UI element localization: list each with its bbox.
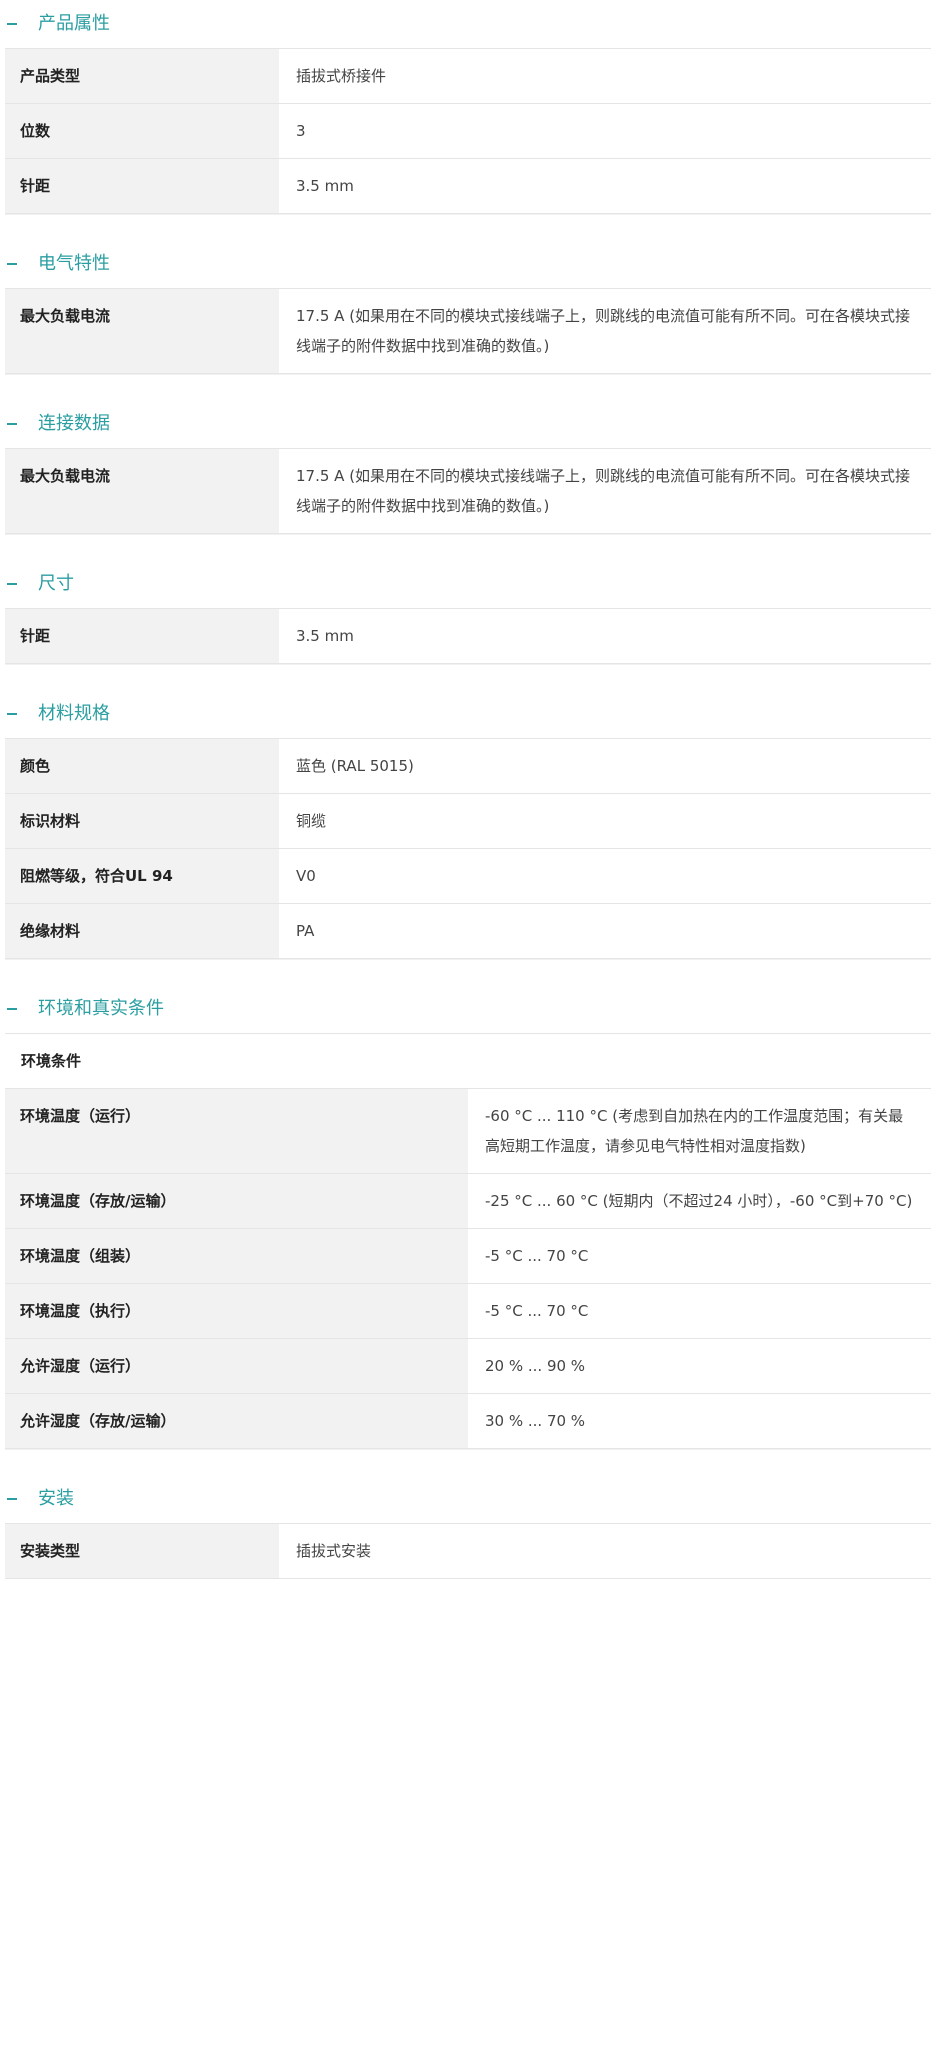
table-row: 最大负载电流 17.5 A (如果用在不同的模块式接线端子上，则跳线的电流值可能…: [5, 448, 931, 534]
table-row: 绝缘材料 PA: [5, 903, 931, 959]
attribute-value: PA: [279, 903, 931, 959]
attribute-value: -25 °C ... 60 °C (短期内（不超过24 小时），-60 °C到+…: [468, 1173, 931, 1229]
attribute-table: 颜色 蓝色 (RAL 5015) 标识材料 铜缆 阻燃等级，符合UL 94 V0…: [5, 738, 931, 959]
table-row: 针距 3.5 mm: [5, 158, 931, 214]
collapse-minus-icon[interactable]: [7, 263, 17, 265]
attribute-label: 安装类型: [5, 1523, 279, 1579]
table-row: 最大负载电流 17.5 A (如果用在不同的模块式接线端子上，则跳线的电流值可能…: [5, 288, 931, 374]
section-title: 安装: [38, 1488, 74, 1509]
attribute-label: 颜色: [5, 738, 279, 794]
table-subheading: 环境条件: [5, 1033, 931, 1089]
section-product-properties: 产品属性 产品类型 插拔式桥接件 位数 3 针距 3.5 mm: [5, 0, 931, 240]
attribute-label: 允许湿度（运行）: [5, 1338, 468, 1394]
collapse-minus-icon[interactable]: [7, 583, 17, 585]
section-divider: [5, 664, 931, 690]
section-divider: [5, 534, 931, 560]
attribute-value: 铜缆: [279, 793, 931, 849]
section-installation: 安装 安装类型 插拔式安装: [5, 1475, 931, 1579]
attribute-table: 安装类型 插拔式安装: [5, 1523, 931, 1579]
attribute-label: 环境温度（组装）: [5, 1228, 468, 1284]
section-title: 尺寸: [38, 573, 74, 594]
attribute-label: 允许湿度（存放/运输）: [5, 1393, 468, 1449]
section-divider: [5, 214, 931, 240]
table-row: 针距 3.5 mm: [5, 608, 931, 664]
section-title: 连接数据: [38, 413, 110, 434]
attribute-label: 阻燃等级，符合UL 94: [5, 848, 279, 904]
attribute-label: 位数: [5, 103, 279, 159]
table-row: 颜色 蓝色 (RAL 5015): [5, 738, 931, 794]
attribute-value: 3.5 mm: [279, 158, 931, 214]
attribute-table: 最大负载电流 17.5 A (如果用在不同的模块式接线端子上，则跳线的电流值可能…: [5, 288, 931, 374]
attribute-table: 针距 3.5 mm: [5, 608, 931, 664]
collapse-minus-icon[interactable]: [7, 1008, 17, 1010]
section-material-specs: 材料规格 颜色 蓝色 (RAL 5015) 标识材料 铜缆 阻燃等级，符合UL …: [5, 690, 931, 985]
table-subheading-row: 环境条件: [5, 1033, 931, 1089]
table-row: 阻燃等级，符合UL 94 V0: [5, 848, 931, 904]
attribute-label: 最大负载电流: [5, 448, 279, 534]
section-title: 材料规格: [38, 703, 110, 724]
section-title: 电气特性: [38, 253, 110, 274]
table-row: 环境温度（运行） -60 °C ... 110 °C (考虑到自加热在内的工作温…: [5, 1088, 931, 1174]
attribute-value: 3.5 mm: [279, 608, 931, 664]
table-row: 环境温度（组装） -5 °C ... 70 °C: [5, 1228, 931, 1284]
attribute-table: 最大负载电流 17.5 A (如果用在不同的模块式接线端子上，则跳线的电流值可能…: [5, 448, 931, 534]
section-electrical-properties: 电气特性 最大负载电流 17.5 A (如果用在不同的模块式接线端子上，则跳线的…: [5, 240, 931, 400]
attribute-label: 标识材料: [5, 793, 279, 849]
attribute-value: 17.5 A (如果用在不同的模块式接线端子上，则跳线的电流值可能有所不同。可在…: [279, 288, 931, 374]
section-dimensions: 尺寸 针距 3.5 mm: [5, 560, 931, 690]
section-divider: [5, 374, 931, 400]
attribute-table: 环境条件 环境温度（运行） -60 °C ... 110 °C (考虑到自加热在…: [5, 1033, 931, 1449]
table-row: 标识材料 铜缆: [5, 793, 931, 849]
collapse-minus-icon[interactable]: [7, 23, 17, 25]
attribute-label: 绝缘材料: [5, 903, 279, 959]
table-row: 环境温度（执行） -5 °C ... 70 °C: [5, 1283, 931, 1339]
attribute-label: 针距: [5, 608, 279, 664]
attribute-value: -5 °C ... 70 °C: [468, 1283, 931, 1339]
collapse-minus-icon[interactable]: [7, 1498, 17, 1500]
attribute-label: 环境温度（执行）: [5, 1283, 468, 1339]
section-title: 产品属性: [38, 13, 110, 34]
table-row: 允许湿度（运行） 20 % ... 90 %: [5, 1338, 931, 1394]
section-connection-data: 连接数据 最大负载电流 17.5 A (如果用在不同的模块式接线端子上，则跳线的…: [5, 400, 931, 560]
attribute-value: 插拔式安装: [279, 1523, 931, 1579]
attribute-value: 3: [279, 103, 931, 159]
product-attributes-page: 产品属性 产品类型 插拔式桥接件 位数 3 针距 3.5 mm 电气特性 最大负…: [0, 0, 932, 1579]
section-header-installation[interactable]: 安装: [5, 1475, 931, 1523]
section-divider: [5, 1449, 931, 1475]
section-environmental-conditions: 环境和真实条件 环境条件 环境温度（运行） -60 °C ... 110 °C …: [5, 985, 931, 1475]
section-header-environmental-conditions[interactable]: 环境和真实条件: [5, 985, 931, 1033]
collapse-minus-icon[interactable]: [7, 713, 17, 715]
attribute-label: 环境温度（运行）: [5, 1088, 468, 1174]
attribute-value: -5 °C ... 70 °C: [468, 1228, 931, 1284]
table-row: 位数 3: [5, 103, 931, 159]
section-header-material-specs[interactable]: 材料规格: [5, 690, 931, 738]
table-row: 允许湿度（存放/运输） 30 % ... 70 %: [5, 1393, 931, 1449]
attribute-value: 30 % ... 70 %: [468, 1393, 931, 1449]
table-row: 产品类型 插拔式桥接件: [5, 48, 931, 104]
attribute-label: 最大负载电流: [5, 288, 279, 374]
section-divider: [5, 959, 931, 985]
attribute-value: 插拔式桥接件: [279, 48, 931, 104]
attribute-label: 针距: [5, 158, 279, 214]
table-row: 环境温度（存放/运输） -25 °C ... 60 °C (短期内（不超过24 …: [5, 1173, 931, 1229]
attribute-value: 蓝色 (RAL 5015): [279, 738, 931, 794]
attribute-value: V0: [279, 848, 931, 904]
attribute-value: 17.5 A (如果用在不同的模块式接线端子上，则跳线的电流值可能有所不同。可在…: [279, 448, 931, 534]
section-header-product-properties[interactable]: 产品属性: [5, 0, 931, 48]
section-title: 环境和真实条件: [38, 998, 164, 1019]
attribute-value: -60 °C ... 110 °C (考虑到自加热在内的工作温度范围；有关最高短…: [468, 1088, 931, 1174]
section-header-electrical-properties[interactable]: 电气特性: [5, 240, 931, 288]
attribute-value: 20 % ... 90 %: [468, 1338, 931, 1394]
collapse-minus-icon[interactable]: [7, 423, 17, 425]
section-header-dimensions[interactable]: 尺寸: [5, 560, 931, 608]
section-header-connection-data[interactable]: 连接数据: [5, 400, 931, 448]
table-row: 安装类型 插拔式安装: [5, 1523, 931, 1579]
attribute-label: 产品类型: [5, 48, 279, 104]
attribute-table: 产品类型 插拔式桥接件 位数 3 针距 3.5 mm: [5, 48, 931, 214]
attribute-label: 环境温度（存放/运输）: [5, 1173, 468, 1229]
